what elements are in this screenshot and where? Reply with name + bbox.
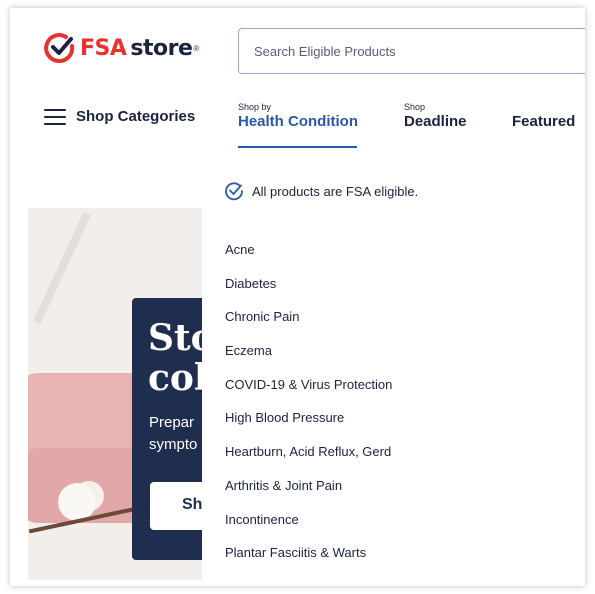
shop-categories-label: Shop Categories <box>76 108 196 125</box>
tab-featured[interactable]: Featured <box>512 102 575 131</box>
fsa-eligibility-note: All products are FSA eligible. <box>224 181 418 201</box>
condition-item-chronic-pain[interactable]: Chronic Pain <box>225 308 392 342</box>
condition-item-diabetes[interactable]: Diabetes <box>225 275 392 309</box>
condition-item-incontinence[interactable]: Incontinence <box>225 511 392 545</box>
condition-item-arthritis[interactable]: Arthritis & Joint Pain <box>225 477 392 511</box>
tab-health-condition-prefix: Shop by <box>238 102 272 112</box>
logo-fsa-text: FSA <box>80 35 127 61</box>
search-input[interactable] <box>239 29 585 73</box>
condition-item-high-blood-pressure[interactable]: High Blood Pressure <box>225 409 392 443</box>
condition-item-eczema[interactable]: Eczema <box>225 342 392 376</box>
logo-check-icon <box>44 33 75 64</box>
fsa-store-logo[interactable]: FSA store ® <box>44 30 199 66</box>
condition-item-covid-19[interactable]: COVID-19 & Virus Protection <box>225 376 392 410</box>
search-box <box>238 28 585 74</box>
page-frame: FSA store ® Shop Categories Shop by Heal… <box>10 8 585 586</box>
active-tab-underline <box>238 146 357 148</box>
tab-deadline-prefix: Shop <box>404 102 426 112</box>
condition-list: Acne Diabetes Chronic Pain Eczema COVID-… <box>225 241 392 578</box>
promo-subtext-line2: sympto <box>149 436 198 453</box>
tab-deadline[interactable]: Shop Deadline <box>404 102 467 131</box>
tab-deadline-label: Deadline <box>404 113 467 130</box>
tab-featured-label: Featured <box>512 113 576 130</box>
hamburger-menu-icon <box>44 108 66 125</box>
tab-featured-prefix <box>512 102 575 113</box>
check-circle-icon <box>225 182 243 201</box>
tab-health-condition[interactable]: Shop by Health Condition <box>238 102 358 148</box>
tab-health-condition-label: Health Condition <box>238 113 358 130</box>
marble-vein <box>33 211 91 325</box>
condition-item-heartburn[interactable]: Heartburn, Acid Reflux, Gerd <box>225 443 392 477</box>
promo-subtext-line1: Prepar <box>149 414 195 431</box>
health-condition-dropdown: All products are FSA eligible. Acne Diab… <box>202 150 585 586</box>
condition-item-plantar-fasciitis[interactable]: Plantar Fasciitis & Warts <box>225 544 392 578</box>
promo-subtext: Prepar sympto <box>149 412 197 456</box>
condition-item-acne[interactable]: Acne <box>225 241 392 275</box>
fsa-eligibility-text: All products are FSA eligible. <box>252 183 419 199</box>
logo-registered-mark: ® <box>193 43 200 53</box>
logo-store-text: store <box>130 35 193 61</box>
shop-categories-button[interactable]: Shop Categories <box>44 108 195 125</box>
